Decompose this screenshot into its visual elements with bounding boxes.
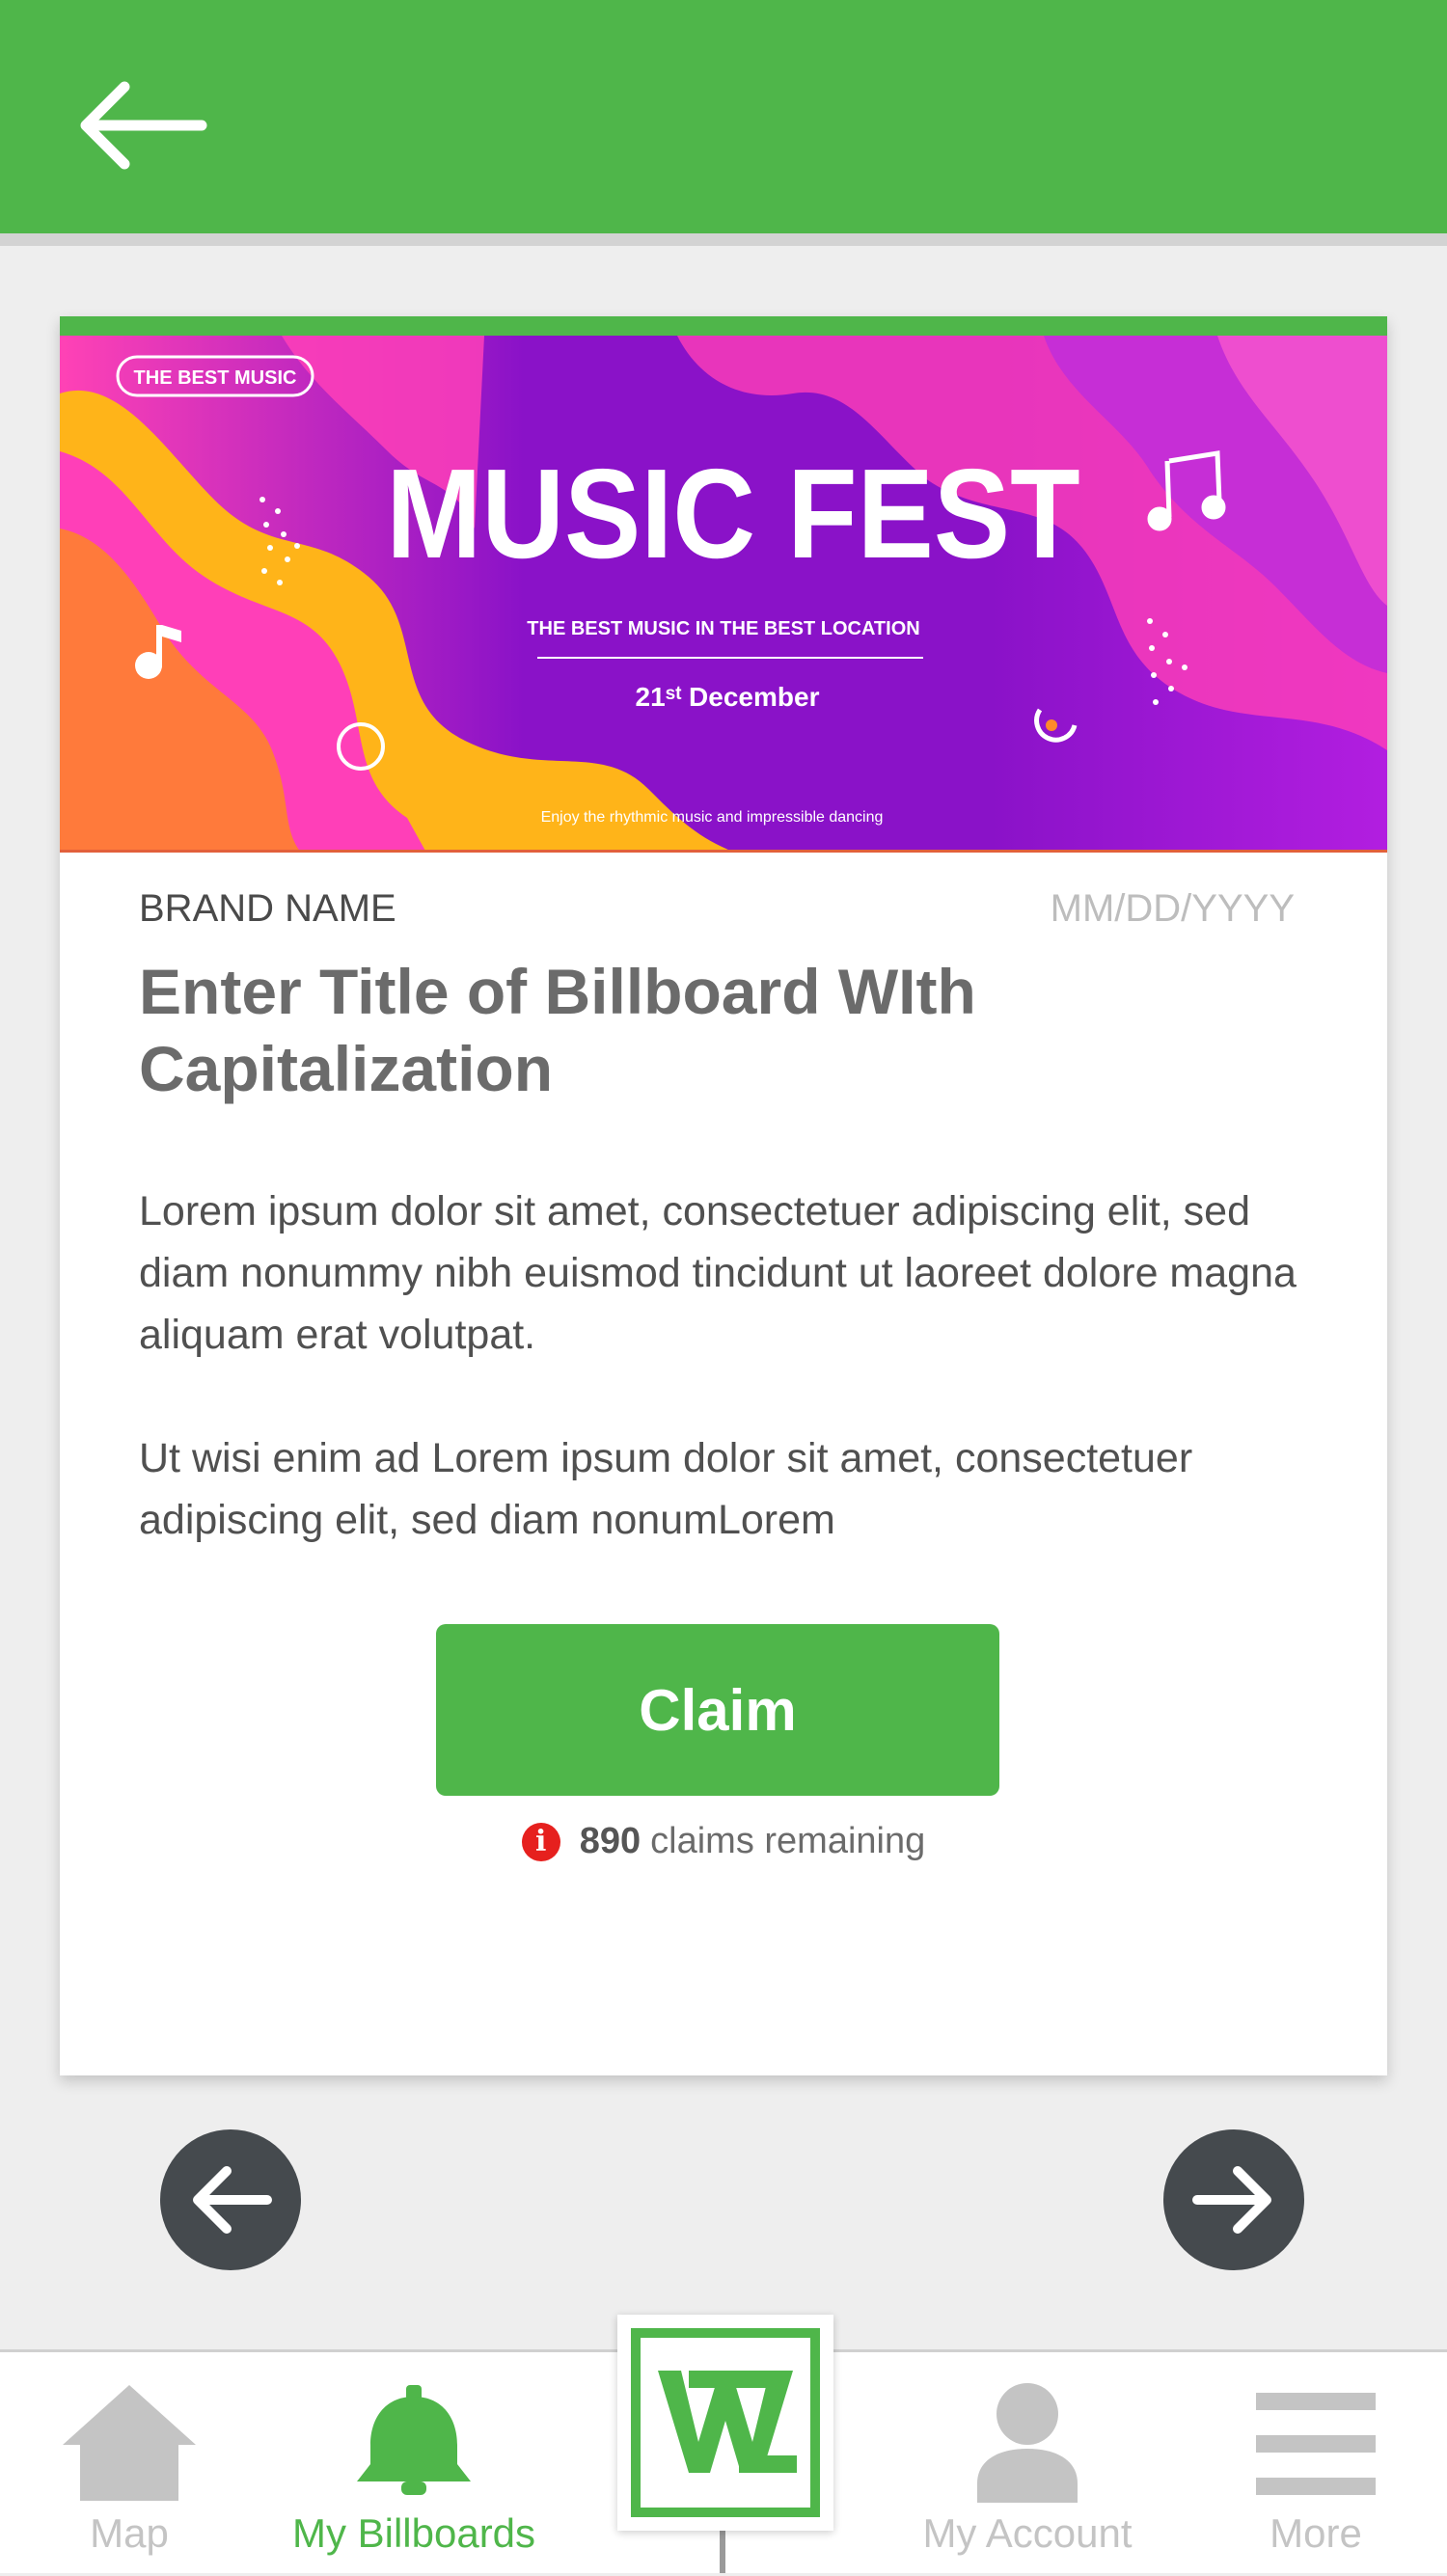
date-placeholder: MM/DD/YYYY: [1050, 887, 1295, 930]
menu-icon: [1256, 2393, 1376, 2495]
billboard-title: Enter Title of Billboard WIth Capitaliza…: [139, 956, 976, 1104]
banner-headline: MUSIC FEST: [386, 442, 1079, 584]
billboard-description: Lorem ipsum dolor sit amet, consectetuer…: [139, 1180, 1325, 1613]
previous-billboard-button[interactable]: [160, 2129, 301, 2270]
tab-more[interactable]: More: [1231, 2352, 1401, 2576]
top-app-bar: [0, 0, 1447, 246]
banner-date: 21ˢᵗ December: [636, 682, 820, 712]
next-billboard-button[interactable]: [1163, 2129, 1304, 2270]
person-icon: [977, 2383, 1078, 2503]
tab-label: More: [1270, 2510, 1362, 2556]
claim-button[interactable]: Claim: [436, 1624, 999, 1796]
banner-footer: Enjoy the rhythmic music and impressible…: [541, 809, 884, 826]
claims-text: claims remaining: [650, 1821, 926, 1861]
description-paragraph: Lorem ipsum dolor sit amet, consectetuer…: [139, 1188, 1297, 1358]
claims-remaining: i 890 claims remaining: [60, 1821, 1387, 1862]
billboard-card: THE BEST MUSIC MUSIC FEST THE BEST MUSIC…: [60, 316, 1387, 2075]
info-alert-icon: i: [521, 1822, 560, 1861]
tab-my-billboards[interactable]: My Billboards: [274, 2352, 554, 2576]
w-logo-icon: [631, 2328, 820, 2517]
tab-label: My Account: [922, 2510, 1133, 2556]
arrow-left-icon: [80, 81, 207, 170]
tab-label: My Billboards: [291, 2510, 536, 2556]
arrow-right-circle-icon: [1192, 2166, 1271, 2234]
tab-map[interactable]: Map: [42, 2352, 216, 2576]
home-icon: [63, 2385, 196, 2501]
banner-subheadline: THE BEST MUSIC IN THE BEST LOCATION: [527, 618, 919, 639]
tab-label: Map: [90, 2510, 169, 2556]
arrow-left-circle-icon: [193, 2166, 272, 2234]
center-divider: [720, 2531, 725, 2573]
banner-tag: THE BEST MUSIC: [134, 367, 297, 389]
description-paragraph: Ut wisi enim ad Lorem ipsum dolor sit am…: [139, 1435, 1193, 1543]
claims-count: 890: [579, 1821, 642, 1861]
tab-my-account[interactable]: My Account: [897, 2352, 1158, 2576]
bell-icon: [357, 2385, 471, 2495]
brand-name: BRAND NAME: [139, 887, 396, 930]
billboard-banner-image: THE BEST MUSIC MUSIC FEST THE BEST MUSIC…: [60, 336, 1387, 853]
back-button[interactable]: [68, 68, 212, 183]
center-logo-button[interactable]: [617, 2315, 833, 2531]
